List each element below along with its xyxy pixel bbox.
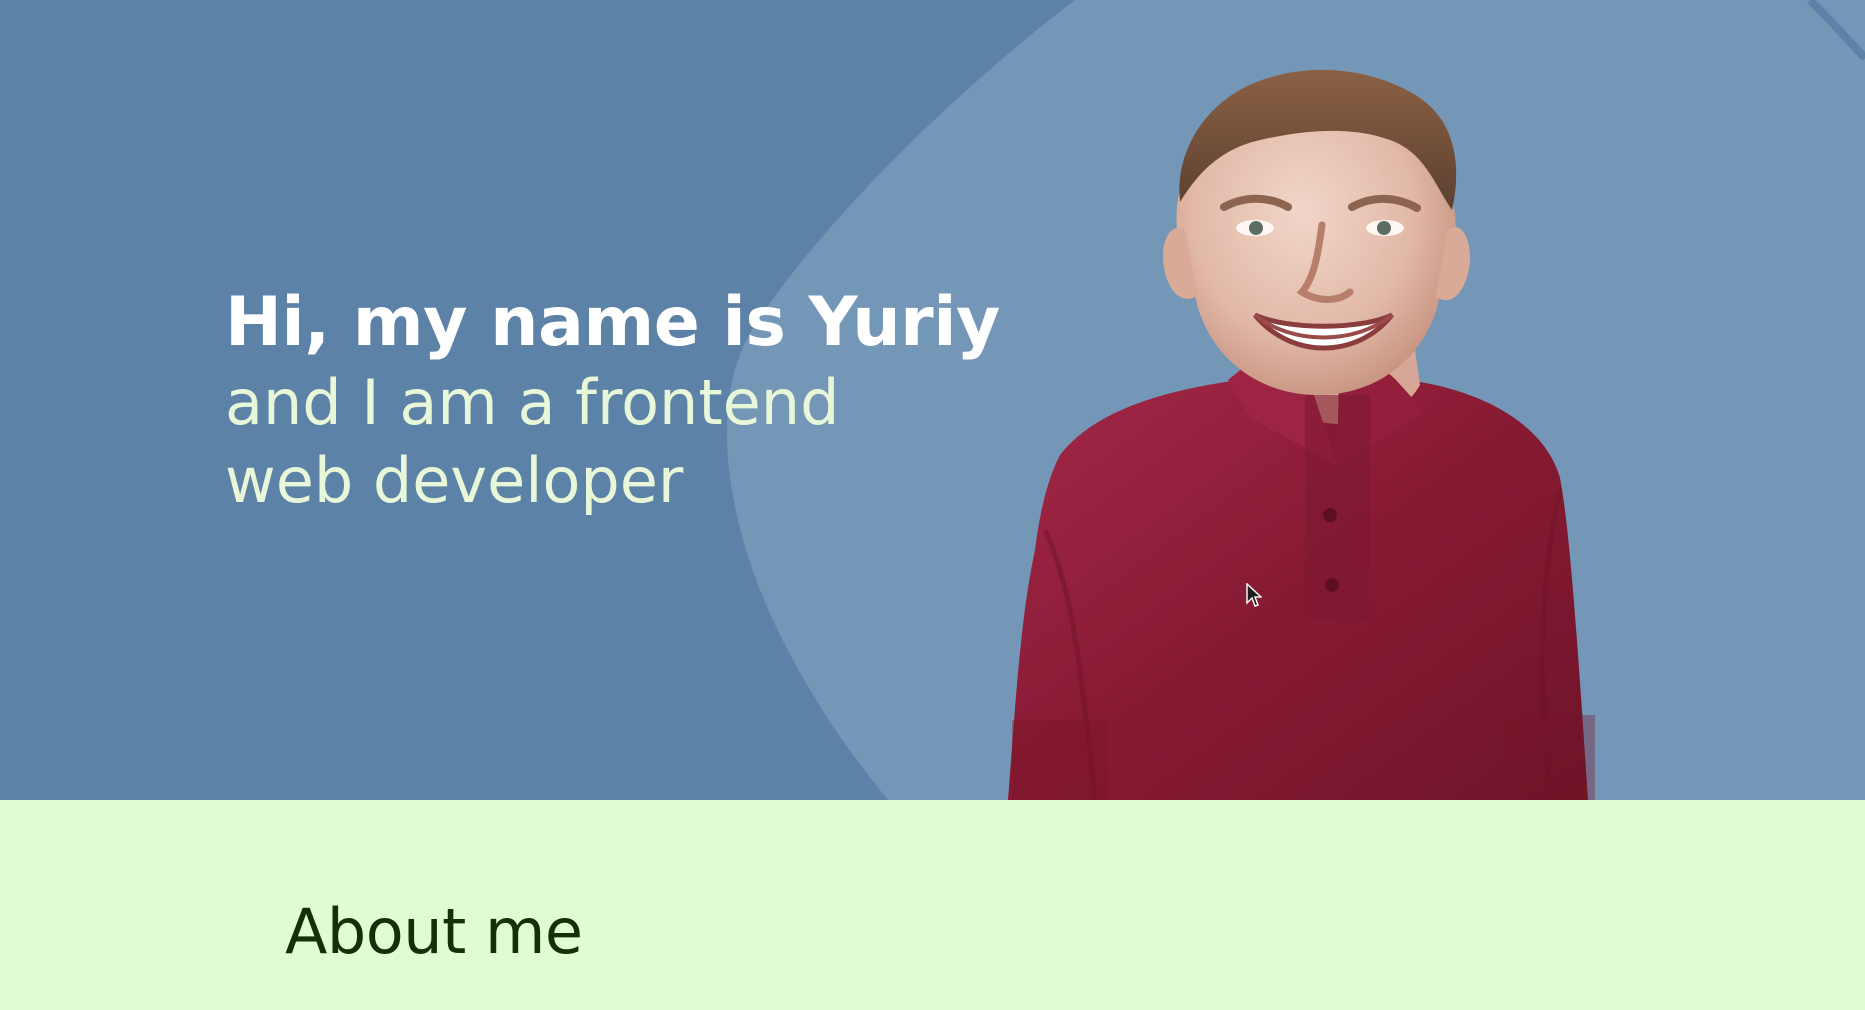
mouse-pointer-shape bbox=[1246, 583, 1262, 607]
hero-subtitle: and I am a frontend web developer bbox=[225, 366, 840, 517]
left-iris bbox=[1249, 221, 1263, 235]
about-title: About me bbox=[285, 895, 583, 968]
hero-title: Hi, my name is Yuriy bbox=[225, 283, 1000, 362]
hero-intro: Hi, my name is Yuriy and I am a frontend… bbox=[225, 282, 1045, 520]
hero-section: Hi, my name is Yuriy and I am a frontend… bbox=[0, 0, 1865, 800]
right-iris bbox=[1377, 221, 1391, 235]
shirt-button bbox=[1325, 578, 1339, 592]
right-wrist-shade bbox=[1505, 715, 1595, 800]
about-section: About me bbox=[0, 800, 1865, 1010]
left-wrist-shade bbox=[1012, 720, 1107, 800]
portrait-photo bbox=[1008, 69, 1595, 800]
mouse-pointer-icon bbox=[1246, 583, 1262, 607]
shirt-button bbox=[1323, 508, 1337, 522]
